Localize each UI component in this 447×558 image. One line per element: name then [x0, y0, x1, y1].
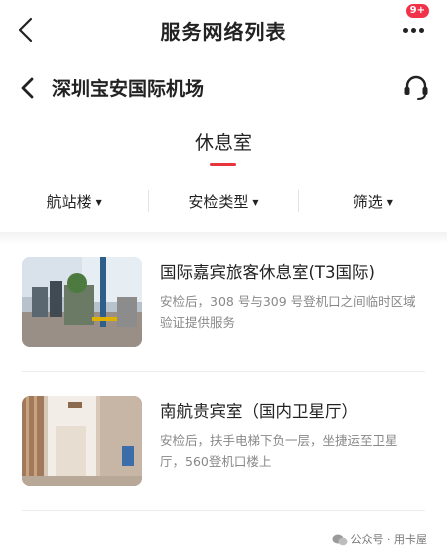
- tab-lounge[interactable]: 休息室: [195, 128, 252, 166]
- lounge-title: 国际嘉宾旅客休息室(T3国际): [160, 263, 375, 282]
- filter-more[interactable]: 筛选 ▼: [299, 191, 447, 212]
- caret-down-icon: ▼: [252, 197, 259, 207]
- watermark: 公众号 · 用卡屋: [332, 531, 428, 547]
- filter-more-label: 筛选: [352, 192, 383, 211]
- airport-name: 深圳宝安国际机场: [52, 78, 205, 100]
- watermark-text: 公众号 · 用卡屋: [350, 533, 428, 546]
- back-chevron-icon[interactable]: [18, 76, 38, 100]
- top-bar: 服务网络列表 9+: [0, 0, 447, 58]
- more-menu-button[interactable]: [401, 18, 431, 42]
- filter-terminal[interactable]: 航站楼 ▼: [0, 191, 148, 212]
- filter-terminal-label: 航站楼: [46, 192, 92, 211]
- section-shadow: [0, 232, 447, 244]
- lounge-description: 安检后，308 号与309 号登机口之间临时区域验证提供服务: [160, 294, 416, 330]
- lounge-card[interactable]: 南航贵宾室（国内卫星厅） 安检后，扶手电梯下负一层，坐捷运至卫星厅，560登机口…: [22, 396, 425, 496]
- lounge-card[interactable]: 国际嘉宾旅客休息室(T3国际) 安检后，308 号与309 号登机口之间临时区域…: [22, 257, 425, 357]
- lounge-photo: [22, 396, 142, 486]
- more-dots-icon: [403, 28, 427, 33]
- caret-down-icon: ▼: [386, 197, 393, 207]
- filter-security-type[interactable]: 安检类型 ▼: [149, 191, 297, 212]
- airport-header: 深圳宝安国际机场: [0, 62, 447, 112]
- filter-bar: 航站楼 ▼ 安检类型 ▼ 筛选 ▼: [0, 180, 447, 222]
- wechat-icon: [332, 534, 348, 546]
- caret-down-icon: ▼: [95, 197, 102, 207]
- lounge-title: 南航贵宾室（国内卫星厅）: [160, 402, 358, 421]
- headset-icon[interactable]: [401, 72, 431, 102]
- page-title: 服务网络列表: [160, 20, 287, 44]
- tab-lounge-label: 休息室: [194, 132, 252, 154]
- lounge-photo: [22, 257, 142, 347]
- filter-security-type-label: 安检类型: [188, 192, 249, 211]
- lounge-description: 安检后，扶手电梯下负一层，坐捷运至卫星厅，560登机口楼上: [160, 433, 398, 469]
- row-divider: [22, 371, 425, 372]
- row-divider: [22, 510, 425, 511]
- tab-active-indicator: [210, 163, 237, 166]
- notification-badge: 9+: [405, 4, 429, 18]
- tab-bar: 休息室: [0, 128, 447, 166]
